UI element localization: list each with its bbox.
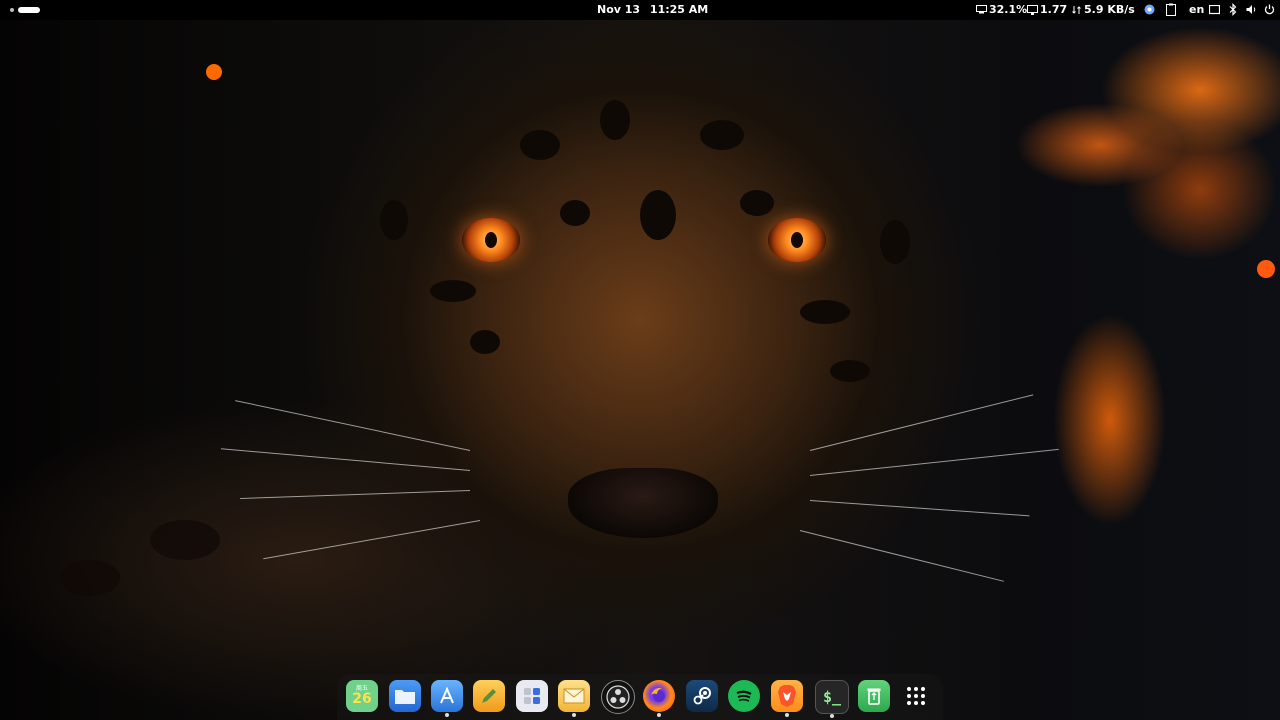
clipboard-icon[interactable] [1166,3,1176,16]
volume-icon[interactable] [1246,4,1257,15]
leopard-left-eye [462,218,520,262]
desktop-wallpaper: Nov 13 11:25 AM 32.1% 1.77 5.9 KB/s en 周… [0,0,1280,720]
power-icon[interactable] [1264,4,1275,15]
clock[interactable]: Nov 13 11:25 AM [597,3,714,16]
terminal-prompt-icon: $_ [822,688,842,706]
network-arrows-icon [1072,5,1081,14]
load-indicator[interactable]: 1.77 [1027,3,1067,16]
clock-time: 11:25 AM [649,3,709,16]
activities-indicator[interactable] [10,6,40,14]
running-indicator [445,713,449,717]
app-store-a-icon [440,686,454,704]
orange-dot [1257,260,1275,278]
keyboard-layout[interactable]: en [1189,3,1204,16]
files-app-icon[interactable] [389,680,421,712]
monitor-icon [1027,4,1038,15]
spotify-app-icon[interactable] [728,680,760,712]
brave-app-icon[interactable] [771,680,803,717]
envelope-icon [563,688,585,704]
brave-lion-icon [778,685,796,707]
running-indicator [785,713,789,717]
obs-app-icon[interactable] [601,680,635,714]
calculator-icon [524,688,540,704]
folder-icon [395,690,415,704]
leopard-right-eye [768,218,826,262]
app-indicator-icon[interactable] [1144,4,1155,15]
calculator-app-icon[interactable] [516,680,548,712]
running-indicator [572,713,576,717]
top-panel: Nov 13 11:25 AM 32.1% 1.77 5.9 KB/s en [0,0,1280,20]
cpu-indicator[interactable]: 32.1% [976,3,1027,16]
workspace-dot-icon [10,8,14,12]
obs-logo-icon [606,685,630,709]
app-grid-button[interactable] [900,680,932,712]
spotify-icon [736,690,752,702]
steam-icon [693,687,711,705]
active-workspace-pill-icon [18,7,40,13]
leopard-nose [568,468,718,538]
bluetooth-icon[interactable] [1229,3,1237,16]
load-value: 1.77 [1040,3,1068,16]
recycle-bin-icon[interactable] [858,680,890,712]
dock: 周五 26 $_ [337,674,943,720]
mail-app-icon[interactable] [558,680,590,717]
network-speed-indicator[interactable]: 5.9 KB/s [1072,3,1135,16]
recycle-icon [867,688,881,705]
running-indicator [657,713,661,717]
calendar-app-icon[interactable]: 周五 26 [346,680,378,712]
display-icon[interactable] [1209,5,1220,15]
cpu-value: 32.1% [989,3,1028,16]
app-store-icon[interactable] [431,680,463,717]
terminal-app-icon[interactable]: $_ [815,680,849,718]
app-grid-icon [907,687,925,705]
firefox-app-icon[interactable] [643,680,675,717]
clock-date: Nov 13 [597,3,641,16]
running-indicator [830,714,834,718]
net-speed-value: 5.9 KB/s [1084,3,1135,16]
pencil-icon [482,689,496,703]
orange-dot [206,64,222,80]
calendar-day: 26 [352,691,372,707]
firefox-icon [651,687,665,702]
steam-app-icon[interactable] [686,680,718,712]
wallpaper-leopard [0,0,1280,720]
notes-app-icon[interactable] [473,680,505,712]
cpu-icon [976,5,987,14]
